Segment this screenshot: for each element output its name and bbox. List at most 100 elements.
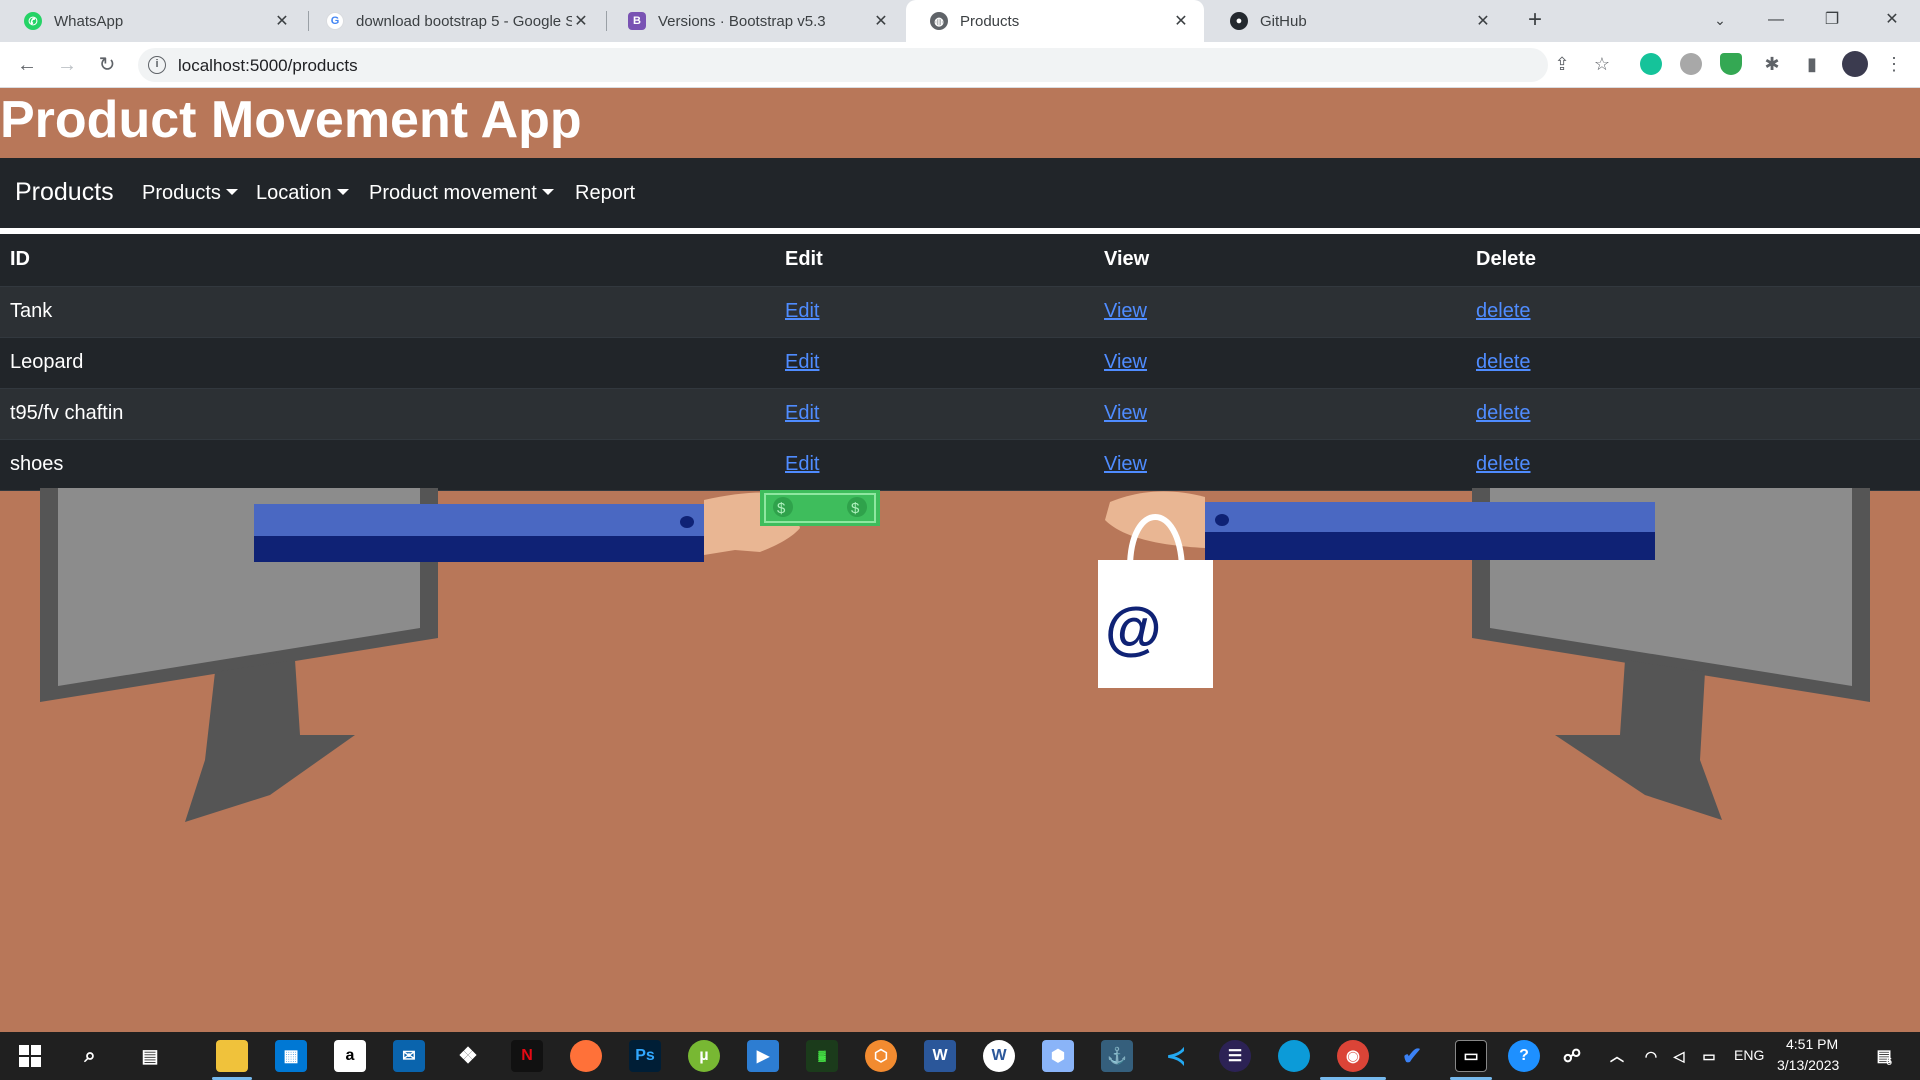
avatar[interactable]: [1842, 51, 1868, 77]
firefox-icon[interactable]: [570, 1040, 602, 1072]
app-icon[interactable]: W: [983, 1040, 1015, 1072]
table-row: t95/fv chaftin Edit View delete: [0, 388, 1920, 440]
table-row: shoes Edit View delete: [0, 439, 1920, 491]
todo-icon[interactable]: ✔: [1396, 1040, 1428, 1072]
tab-search-icon[interactable]: ⌄: [1692, 0, 1748, 42]
grammarly-icon[interactable]: [1640, 53, 1662, 75]
tab-title: download bootstrap 5 - Google S: [356, 12, 572, 30]
notification-count: 6: [1886, 1056, 1893, 1068]
navbar-brand[interactable]: Products: [15, 178, 114, 207]
restore-button[interactable]: ❐: [1804, 0, 1860, 42]
volume-icon[interactable]: ◁: [1668, 1040, 1690, 1072]
clock-date[interactable]: 3/13/2023: [1777, 1057, 1839, 1073]
close-icon[interactable]: ✕: [1172, 11, 1190, 31]
tab-bootstrap[interactable]: B Versions · Bootstrap v5.3 ✕: [604, 0, 904, 42]
app-icon[interactable]: ⬡: [865, 1040, 897, 1072]
puzzle-icon[interactable]: ✱: [1760, 52, 1784, 76]
word-icon[interactable]: W: [924, 1040, 956, 1072]
language-indicator[interactable]: ENG: [1734, 1047, 1764, 1063]
terminal-icon[interactable]: ▓: [806, 1040, 838, 1072]
products-table: ID Edit View Delete Tank Edit View delet…: [0, 234, 1920, 491]
dropbox-icon[interactable]: ❖: [452, 1040, 484, 1072]
cmd-icon[interactable]: ▭: [1455, 1040, 1487, 1072]
windows-taskbar: ⌕ ▤ ▦ a ✉ ❖ N Ps µ ▶ ▓ ⬡ W W ⬢ ⚓ ≺ ☰ ◉ ✔…: [0, 1032, 1920, 1080]
nav-product-movement-dropdown[interactable]: Product movement: [369, 182, 554, 205]
mail-icon[interactable]: ✉: [393, 1040, 425, 1072]
nav-location-dropdown[interactable]: Location: [256, 182, 349, 205]
photoshop-icon[interactable]: Ps: [629, 1040, 661, 1072]
edit-link[interactable]: Edit: [785, 402, 819, 424]
extension-icon[interactable]: [1680, 53, 1702, 75]
edge-icon[interactable]: [1278, 1040, 1310, 1072]
column-header-edit: Edit: [775, 234, 1094, 287]
table-row: Tank Edit View delete: [0, 286, 1920, 338]
column-header-view: View: [1094, 234, 1466, 287]
tab-whatsapp[interactable]: ✆ WhatsApp ✕: [0, 0, 305, 42]
wifi-icon[interactable]: ◠: [1640, 1040, 1662, 1072]
tab-github[interactable]: ● GitHub ✕: [1206, 0, 1506, 42]
nav-products-dropdown[interactable]: Products: [142, 182, 238, 205]
battery-icon[interactable]: ▭: [1698, 1040, 1720, 1072]
menu-icon[interactable]: ⋮: [1882, 52, 1906, 76]
tab-title: Products: [960, 12, 1020, 30]
delete-link[interactable]: delete: [1476, 402, 1531, 424]
edit-link[interactable]: Edit: [785, 453, 819, 475]
nav-report-link[interactable]: Report: [575, 182, 635, 205]
table-row: Leopard Edit View delete: [0, 337, 1920, 389]
forward-button[interactable]: →: [52, 50, 82, 80]
search-icon[interactable]: ⌕: [74, 1040, 106, 1072]
tab-google[interactable]: G download bootstrap 5 - Google S ✕: [304, 0, 604, 42]
close-icon[interactable]: ✕: [872, 11, 890, 31]
shield-icon[interactable]: [1720, 53, 1742, 75]
reload-button[interactable]: ↻: [92, 50, 122, 80]
eclipse-icon[interactable]: ☰: [1219, 1040, 1251, 1072]
back-button[interactable]: ←: [12, 50, 42, 80]
amazon-icon[interactable]: a: [334, 1040, 366, 1072]
chevron-up-icon[interactable]: ︿: [1606, 1040, 1628, 1072]
chrome-icon[interactable]: ◉: [1337, 1040, 1369, 1072]
close-icon[interactable]: ✕: [273, 11, 291, 31]
notification-icon[interactable]: ▤: [1868, 1040, 1900, 1072]
view-link[interactable]: View: [1104, 351, 1147, 373]
delete-link[interactable]: delete: [1476, 351, 1531, 373]
netflix-icon[interactable]: N: [511, 1040, 543, 1072]
navbar: Products Products Location Product movem…: [0, 158, 1920, 228]
new-tab-button[interactable]: +: [1520, 6, 1550, 36]
column-header-delete: Delete: [1466, 234, 1920, 287]
close-icon[interactable]: ✕: [572, 11, 590, 31]
close-window-button[interactable]: ✕: [1864, 0, 1920, 42]
edit-link[interactable]: Edit: [785, 300, 819, 322]
info-icon[interactable]: i: [148, 56, 166, 74]
side-panel-icon[interactable]: ▮: [1800, 52, 1824, 76]
box-icon[interactable]: ⬢: [1042, 1040, 1074, 1072]
bookmark-star-icon[interactable]: ☆: [1590, 52, 1614, 76]
share-icon[interactable]: ⇪: [1550, 52, 1574, 76]
view-link[interactable]: View: [1104, 300, 1147, 322]
mysql-workbench-icon[interactable]: ⚓: [1101, 1040, 1133, 1072]
product-id: shoes: [0, 439, 775, 491]
store-icon[interactable]: ▦: [275, 1040, 307, 1072]
clock-time[interactable]: 4:51 PM: [1786, 1036, 1838, 1052]
view-link[interactable]: View: [1104, 402, 1147, 424]
help-icon[interactable]: ?: [1508, 1040, 1540, 1072]
file-explorer-icon[interactable]: [216, 1040, 248, 1072]
address-bar[interactable]: i localhost:5000/products: [138, 48, 1548, 82]
product-id: Tank: [0, 286, 775, 338]
tab-products[interactable]: ◍ Products ✕: [906, 0, 1204, 42]
start-icon[interactable]: [14, 1040, 46, 1072]
task-view-icon[interactable]: ▤: [134, 1040, 166, 1072]
column-header-id: ID: [0, 234, 775, 287]
delete-link[interactable]: delete: [1476, 453, 1531, 475]
close-icon[interactable]: ✕: [1474, 11, 1492, 31]
product-id: Leopard: [0, 337, 775, 389]
vscode-icon[interactable]: ≺: [1160, 1040, 1192, 1072]
people-icon[interactable]: ☍: [1560, 1040, 1584, 1072]
view-link[interactable]: View: [1104, 453, 1147, 475]
edit-link[interactable]: Edit: [785, 351, 819, 373]
caret-down-icon: [541, 189, 554, 196]
video-editor-icon[interactable]: ▶: [747, 1040, 779, 1072]
utorrent-icon[interactable]: µ: [688, 1040, 720, 1072]
money-icon: $ $: [760, 490, 880, 526]
minimize-button[interactable]: —: [1748, 0, 1804, 42]
delete-link[interactable]: delete: [1476, 300, 1531, 322]
